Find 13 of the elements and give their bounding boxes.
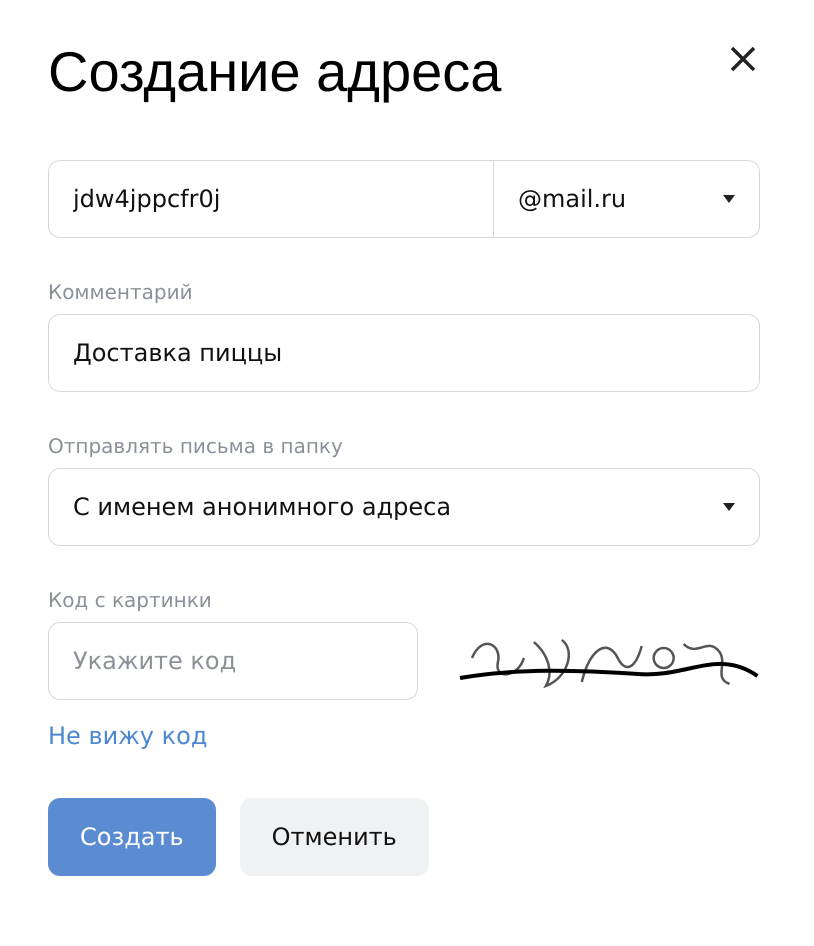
refresh-code-link[interactable]: Не вижу код — [48, 722, 208, 750]
folder-dropdown[interactable]: С именем анонимного адреса — [48, 468, 760, 546]
field-label: Код с картинки — [48, 588, 213, 612]
field-label: Отправлять письма в папку — [48, 434, 344, 458]
caret-icon — [723, 195, 735, 203]
code-field[interactable]: Укажите код — [48, 622, 418, 700]
caret-icon — [723, 503, 735, 511]
cancel-button[interactable]: Отменить — [240, 798, 429, 876]
field-label: Комментарий — [48, 280, 194, 304]
comment-field[interactable]: Доставка пиццы — [48, 314, 760, 392]
dialog-title: Создание адреса — [48, 39, 502, 105]
selected-folder: С именем анонимного адреса — [73, 493, 452, 521]
domain-dropdown[interactable]: @mail.ru — [493, 161, 759, 237]
